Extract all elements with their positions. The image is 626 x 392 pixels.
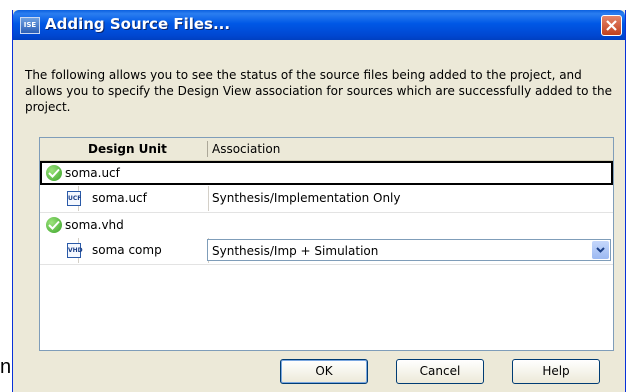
association-selected-value: Synthesis/Imp + Simulation xyxy=(212,244,379,258)
ok-button[interactable]: OK xyxy=(280,359,368,384)
title-bar[interactable]: ISE Adding Source Files... xyxy=(13,10,625,40)
table-header: Design Unit Association xyxy=(40,138,613,161)
dropdown-button[interactable] xyxy=(592,241,609,259)
dialog-title: Adding Source Files... xyxy=(45,15,231,33)
column-divider[interactable] xyxy=(207,141,208,157)
vhdl-file-icon: VHD xyxy=(67,243,83,258)
column-header-association[interactable]: Association xyxy=(212,142,280,156)
design-unit-row[interactable]: VHD soma comp Synthesis/Imp + Simulation xyxy=(40,238,613,265)
constraints-file-icon: UCF xyxy=(67,191,81,206)
association-value[interactable]: Synthesis/Implementation Only xyxy=(212,191,400,205)
cancel-button[interactable]: Cancel xyxy=(396,359,484,384)
column-header-design-unit[interactable]: Design Unit xyxy=(88,142,167,156)
chevron-down-icon xyxy=(596,247,605,253)
association-dropdown[interactable]: Synthesis/Imp + Simulation xyxy=(207,239,611,261)
design-unit-row[interactable]: UCF soma.ucf Synthesis/Implementation On… xyxy=(40,186,613,213)
success-check-icon xyxy=(46,165,62,181)
ise-app-icon: ISE xyxy=(20,17,40,34)
adding-source-files-dialog: ISE Adding Source Files... The following… xyxy=(12,10,626,392)
design-unit-label: soma.ucf xyxy=(92,191,147,205)
background-text-fragment: n xyxy=(0,356,12,378)
close-button[interactable] xyxy=(601,15,622,36)
description-text: The following allows you to see the stat… xyxy=(25,68,612,114)
design-unit-label: soma comp xyxy=(92,243,162,257)
file-name: soma.ucf xyxy=(65,166,120,180)
file-row-soma-vhd[interactable]: soma.vhd xyxy=(40,213,613,237)
help-button[interactable]: Help xyxy=(512,359,600,384)
source-files-table[interactable]: Design Unit Association soma.ucf UCF som… xyxy=(39,137,614,351)
close-icon xyxy=(606,20,617,31)
file-row-soma-ucf[interactable]: soma.ucf xyxy=(40,161,613,185)
success-check-icon xyxy=(46,217,62,233)
file-name: soma.vhd xyxy=(65,218,124,232)
